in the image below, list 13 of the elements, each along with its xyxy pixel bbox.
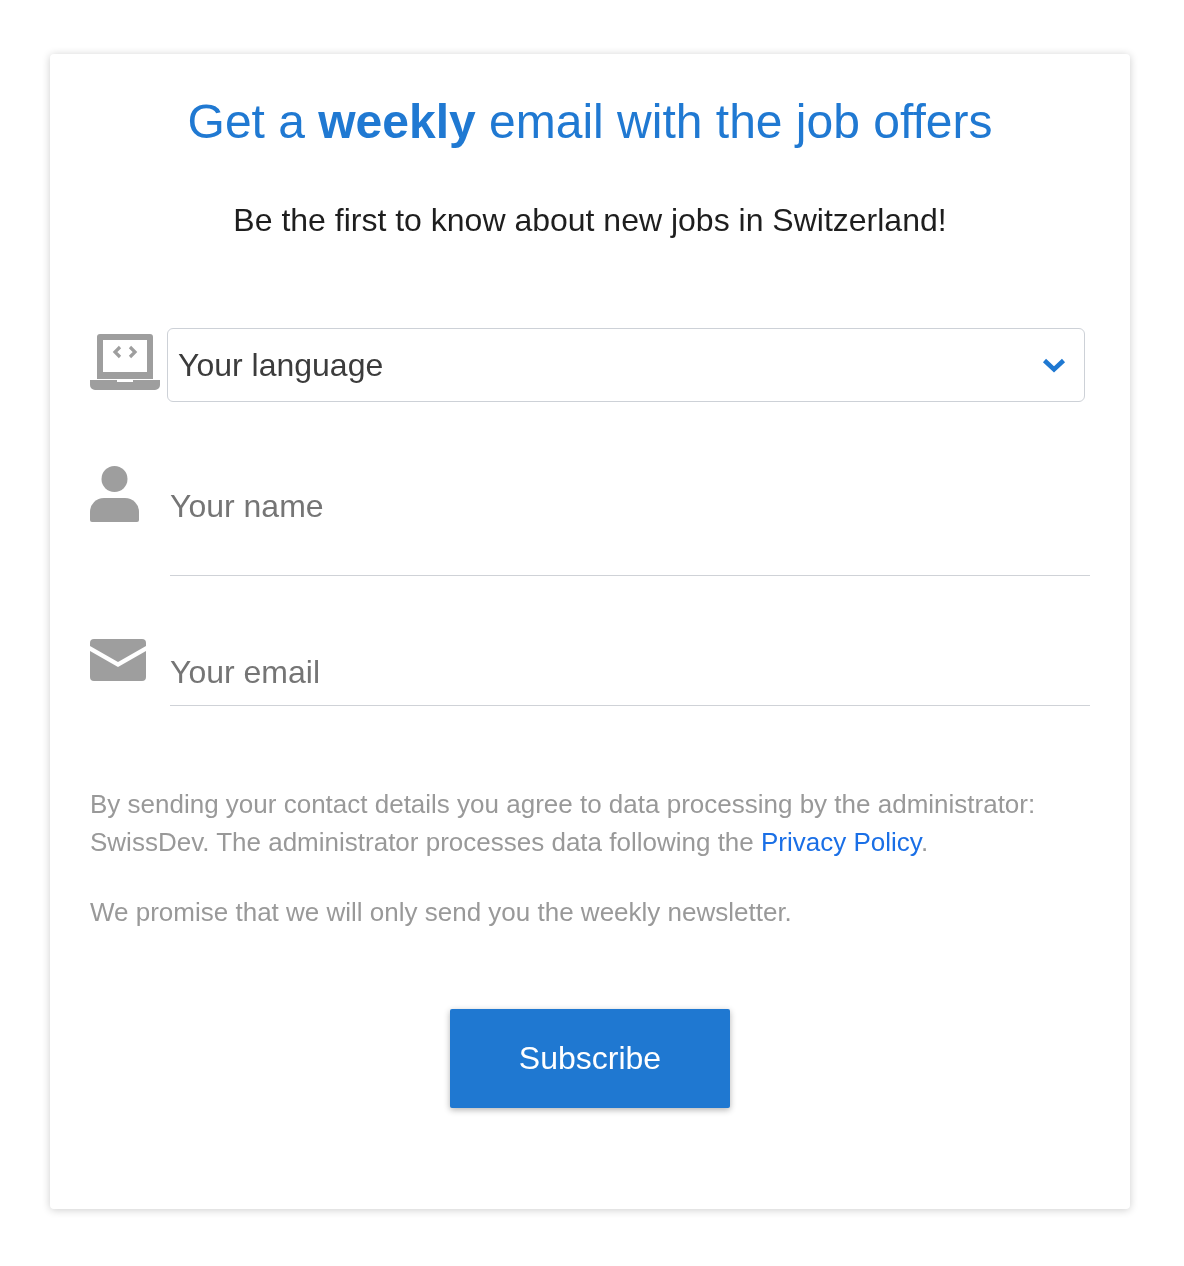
envelope-icon	[90, 639, 146, 681]
subheading: Be the first to know about new jobs in Switzerland!	[233, 201, 947, 239]
consent-text: By sending your contact details you agree to data processing by the administrator: SwissDev. The administrator processes data following the Privacy Policy.	[90, 788, 1037, 859]
privacy-policy-link[interactable]: Privacy Policy	[761, 827, 921, 857]
promise-text: We promise that we will only send you the weekly newsletter.	[90, 896, 793, 929]
user-icon	[90, 466, 139, 522]
language-select[interactable]: Your language	[167, 328, 1085, 402]
laptop-icon	[90, 334, 160, 390]
name-input[interactable]: Your name	[170, 466, 1090, 576]
chevron-down-icon	[1042, 357, 1066, 373]
email-input[interactable]: Your email	[170, 639, 1090, 706]
subscribe-button[interactable]: Subscribe	[450, 1009, 730, 1108]
heading: Get a weekly email with the job offers	[187, 94, 993, 150]
